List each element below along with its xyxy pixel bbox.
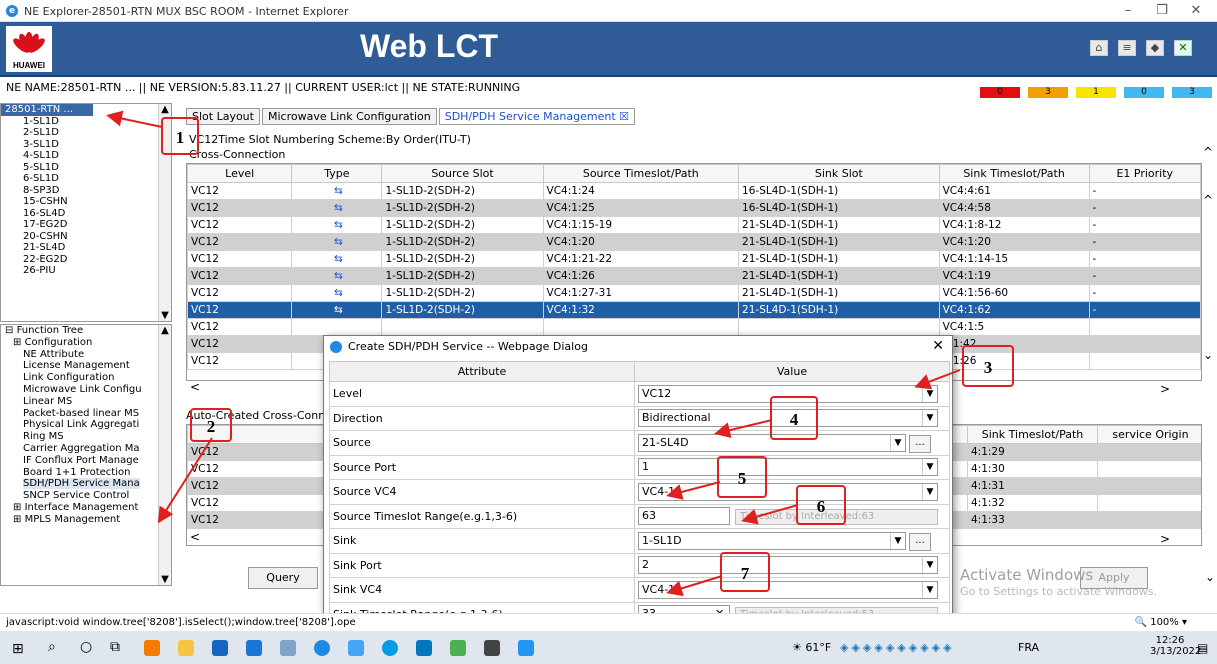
zoom-level[interactable]: 🔍 100% ▾ [1135,614,1187,632]
annotation-arrows [106,110,961,597]
firefox-icon[interactable] [144,640,160,656]
edge-icon[interactable] [382,640,398,656]
mail-icon[interactable] [246,640,262,656]
annotation-6: 6 [796,485,846,525]
taskbar-clock[interactable]: 12:26 3/13/2022 [1150,635,1201,657]
windows-start-icon[interactable]: ⊞ [12,641,24,657]
app-icon[interactable] [450,640,466,656]
app-icon[interactable] [416,640,432,656]
search-icon[interactable]: ⌕ [48,639,56,655]
annotation-5: 5 [717,456,767,498]
input-language[interactable]: FRA [1018,641,1039,654]
cortana-icon[interactable]: ○ [80,639,92,655]
annotation-1: 1 [161,117,199,155]
file-explorer-icon[interactable] [178,640,194,656]
annotation-3: 3 [962,345,1014,387]
weather-temp[interactable]: ☀ 61°F [792,641,831,654]
system-tray-icons[interactable]: ◈◈◈◈◈◈◈◈◈◈ [840,641,955,654]
task-view-icon[interactable]: ⧉ [110,639,120,655]
annotation-2: 2 [190,408,232,442]
notifications-icon[interactable]: ▤ [1197,641,1208,655]
settings-icon[interactable] [484,640,500,656]
internet-explorer-icon[interactable] [314,640,330,656]
store-icon[interactable] [212,640,228,656]
app-icon[interactable] [348,640,364,656]
network-app-icon[interactable] [280,640,296,656]
windows-taskbar: ⊞ ⌕ ○ ⧉ ☀ 61°F ◈◈◈◈◈◈◈◈◈◈ FRA 12:26 3/13/… [0,631,1217,664]
annotation-7: 7 [720,552,770,592]
annotation-4: 4 [770,396,818,440]
browser-status-bar: javascript:void window.tree['8208'].isSe… [0,613,1217,631]
status-url: javascript:void window.tree['8208'].isSe… [6,617,356,628]
app-icon[interactable] [518,640,534,656]
